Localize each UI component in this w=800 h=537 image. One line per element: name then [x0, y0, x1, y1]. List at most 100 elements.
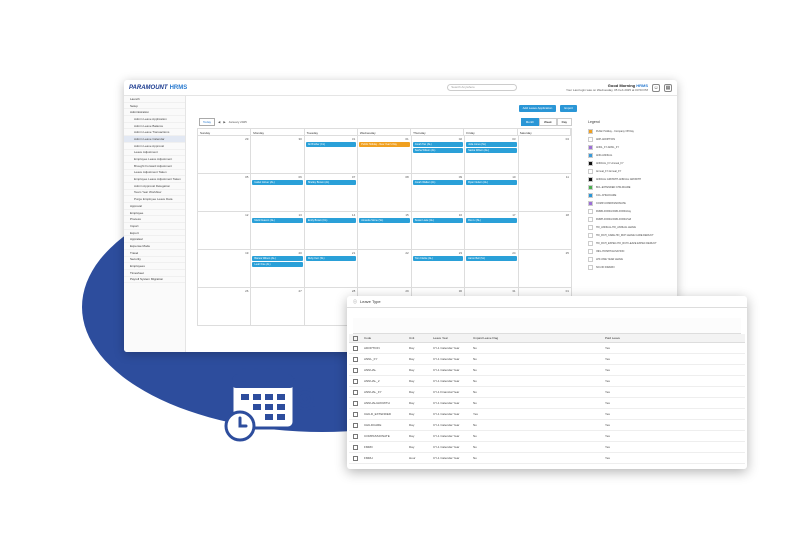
sidebar-item[interactable]: Export — [124, 230, 185, 237]
sidebar-item[interactable]: Employee Leave Adjustment Taken — [124, 176, 185, 183]
row-checkbox[interactable] — [352, 389, 358, 395]
row-checkbox[interactable] — [352, 345, 358, 351]
view-month-button[interactable]: Month — [520, 118, 540, 126]
calendar-day[interactable]: 16 Susan Lowe (AL) — [411, 212, 466, 250]
calendar-event[interactable]: Shelley Brown (AL) — [305, 180, 357, 185]
calendar-day[interactable]: 27 — [251, 288, 305, 326]
calendar-day[interactable]: 17 Ron Li (SL) — [465, 212, 519, 250]
row-checkbox[interactable] — [352, 455, 358, 461]
calendar-event[interactable]: Jonah Tan (AL) — [412, 142, 464, 147]
calendar-event[interactable]: Public Holiday - New Year's Day — [359, 142, 410, 147]
calendar-day[interactable]: 04 — [518, 136, 572, 174]
sidebar-item[interactable]: Appraisal — [124, 236, 185, 244]
calendar-event[interactable]: Susan Lowe (AL) — [412, 218, 464, 223]
calendar-day[interactable]: 03 Julia Jones (SL) Sasha Wilson (AL) — [465, 136, 519, 174]
sidebar-item[interactable]: Employee Leave Adjustment — [124, 156, 185, 163]
sidebar-item[interactable]: Timesheet — [124, 270, 185, 277]
calendar-day[interactable]: 09 Jonah Walker (AL) — [411, 174, 466, 212]
calendar-day[interactable]: 29 — [198, 136, 252, 174]
sidebar-item[interactable]: Leave Adjustment Taken — [124, 170, 185, 177]
calendar-event[interactable]: Jonah Walker (AL) — [412, 180, 464, 185]
calendar-day[interactable]: 02 Jonah Tan (AL) Sasha Wilson (AL) — [411, 136, 466, 174]
calendar-day[interactable]: 23 Tom Clarke (AL) — [411, 250, 466, 288]
calendar-day[interactable]: 22 — [358, 250, 412, 288]
today-button[interactable]: Today — [199, 118, 216, 126]
row-checkbox[interactable] — [352, 367, 358, 373]
sidebar-item[interactable]: Launch — [124, 96, 185, 103]
row-checkbox[interactable] — [352, 411, 358, 417]
calendar-event[interactable]: Ruby Kerr (SL) — [305, 256, 357, 261]
calendar-day[interactable]: 20 Bianca Wilson (AL) Leah Kite (AL) — [251, 250, 305, 288]
sidebar-item[interactable]: Approval — [124, 203, 185, 210]
column-header[interactable]: Leave Year — [433, 336, 473, 340]
sidebar-item[interactable]: Leave Adjustment — [124, 150, 185, 157]
sidebar-item[interactable]: Admin Leave Balance — [124, 123, 185, 130]
sidebar-item[interactable]: Admin Leave Approval — [124, 143, 185, 150]
calendar-event[interactable]: Tom Clarke (AL) — [412, 256, 464, 261]
sidebar-item[interactable]: Admin Leave Application — [124, 116, 185, 123]
calendar-event[interactable]: Leah Kite (AL) — [252, 262, 303, 267]
row-checkbox[interactable] — [352, 444, 358, 450]
calendar-event[interactable]: Julia Jones (SL) — [466, 142, 517, 147]
table-row[interactable]: CHILD_EXTENDED Day CY-1 Calendar Year Yes Ye… — [349, 409, 745, 420]
sidebar-item[interactable]: Expense Mode — [124, 243, 185, 250]
calendar-event[interactable]: Aaron Bell (SL) — [466, 256, 517, 261]
calendar-day[interactable]: 26 — [198, 288, 252, 326]
table-row[interactable]: ANNL_FY Day CY-1 Calendar Year No Yes — [349, 354, 745, 365]
calendar-event[interactable]: Sasha Wilson (AL) — [412, 148, 464, 153]
table-row[interactable]: COMPASSIONATE Day CY-1 Calendar Year No Yes — [349, 431, 745, 442]
select-all-checkbox[interactable] — [352, 335, 358, 341]
export-button[interactable]: Export — [560, 105, 577, 112]
table-row[interactable]: ANNUAL_2 Day CY-1 Calendar Year No Yes — [349, 376, 745, 387]
calendar-day[interactable]: 25 — [518, 250, 572, 288]
view-day-button[interactable]: Day — [556, 118, 572, 126]
row-checkbox[interactable] — [352, 378, 358, 384]
next-icon[interactable]: ▶ — [223, 120, 225, 124]
column-header[interactable]: Code — [361, 336, 409, 340]
calendar-event[interactable]: Bianca Wilson (AL) — [252, 256, 303, 261]
prev-icon[interactable]: ◀ — [218, 120, 220, 124]
column-header[interactable]: Unit — [409, 336, 433, 340]
calendar-event[interactable]: Ryan Nelson (AL) — [466, 180, 517, 185]
sidebar-item[interactable]: Process — [124, 216, 185, 224]
add-leave-button[interactable]: Add Leave Application — [518, 105, 557, 112]
calendar-day[interactable]: 07 Shelley Brown (AL) — [304, 174, 359, 212]
calendar-day[interactable]: 05 — [198, 174, 252, 212]
calendar-event[interactable]: Mark Deacon (AL) — [252, 218, 303, 223]
sidebar-item[interactable]: Travel — [124, 250, 185, 257]
calendar-day[interactable]: 15 Amanda Stone (SL) — [358, 212, 412, 250]
table-row[interactable]: FMRH Hour CY-1 Calendar Year No Yes — [349, 453, 745, 464]
calendar-event[interactable]: Isabel Glover (AL) — [252, 180, 303, 185]
calendar-event[interactable]: Ali Brother (CL) — [305, 142, 357, 147]
calendar-day[interactable]: 24 Aaron Bell (SL) — [465, 250, 519, 288]
column-header[interactable]: Unpaid Leave Flag — [473, 336, 605, 340]
calendar-day[interactable]: 01 Public Holiday - New Year's Day — [358, 136, 412, 174]
sidebar-item[interactable]: Brought Forward Adjustment — [124, 163, 185, 170]
sidebar-item[interactable]: Admin Leave Transactions — [124, 129, 185, 137]
menu-icon[interactable]: ▦ — [664, 83, 672, 92]
table-row[interactable]: ANNUAL Day CY-1 Calendar Year No Yes — [349, 365, 745, 376]
search-input[interactable]: Search Anywhere — [447, 84, 518, 91]
calendar-day[interactable]: 11 — [518, 174, 572, 212]
row-checkbox[interactable] — [352, 356, 358, 362]
table-row[interactable]: CHILDCARE Day CY-1 Calendar Year No Yes — [349, 420, 745, 431]
sidebar-item[interactable]: Security — [124, 257, 185, 264]
table-row[interactable]: ANNUAL_FY Day CY-1 Financial Year No Yes — [349, 387, 745, 398]
calendar-event[interactable]: Emily Brown (CL) — [305, 218, 357, 223]
sidebar-item[interactable]: Admin Approval Delegation — [124, 183, 185, 190]
row-checkbox[interactable] — [352, 433, 358, 439]
calendar-day[interactable]: 10 Ryan Nelson (AL) — [465, 174, 519, 212]
row-checkbox[interactable] — [352, 400, 358, 406]
sidebar-item[interactable]: Purge Employee Leave Data — [124, 196, 185, 203]
sidebar-item[interactable]: Administration — [124, 109, 185, 117]
table-row[interactable]: FMRD Day CY-1 Calendar Year No Yes — [349, 442, 745, 453]
sidebar-item[interactable]: Payroll System Migration — [124, 277, 185, 284]
calendar-day[interactable]: 18 — [518, 212, 572, 250]
sidebar-item[interactable]: Team Year Workflow — [124, 190, 185, 197]
calendar-day[interactable]: 08 — [358, 174, 412, 212]
sidebar-item[interactable]: Import — [124, 223, 185, 230]
calendar-event[interactable]: Sasha Wilson (AL) — [466, 148, 517, 153]
calendar-event[interactable]: Ron Li (SL) — [466, 218, 517, 223]
row-checkbox[interactable] — [352, 422, 358, 428]
calendar-day[interactable]: 30 — [251, 136, 305, 174]
